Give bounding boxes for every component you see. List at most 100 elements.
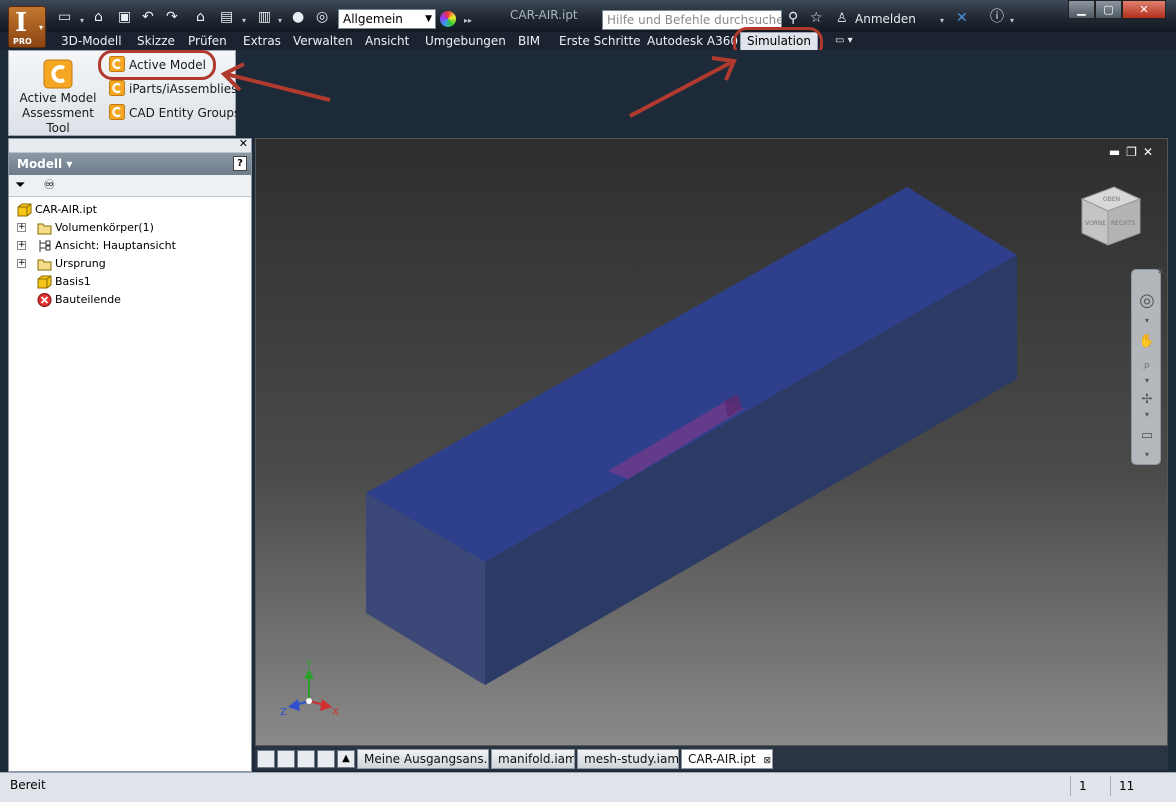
ribbon-background bbox=[236, 50, 1176, 136]
tree-node-label: Volumenkörper(1) bbox=[55, 221, 154, 234]
chevron-down-icon[interactable]: ▾ bbox=[278, 13, 282, 29]
doc-tab-mesh-study[interactable]: mesh-study.iam bbox=[577, 749, 679, 769]
tab-get-started[interactable]: Erste Schritte bbox=[559, 33, 641, 49]
tile-horizontal-icon[interactable] bbox=[297, 750, 315, 768]
binoculars-icon[interactable]: ⚲ bbox=[788, 10, 798, 26]
chevron-down-icon[interactable]: ▾ bbox=[940, 13, 944, 29]
ribbon-panel: Active Model Assessment Tool Active Mode… bbox=[8, 50, 240, 136]
appearance-select[interactable]: Allgemein ▼ bbox=[338, 9, 436, 29]
tab-list-icon[interactable]: ▲ bbox=[337, 750, 355, 768]
active-model-button[interactable]: Active Model bbox=[109, 55, 206, 75]
expand-icon[interactable]: + bbox=[17, 241, 26, 250]
zoom-icon[interactable]: ⌕ bbox=[1138, 358, 1156, 373]
look-at-icon[interactable]: ▭ bbox=[1138, 428, 1156, 443]
x-axis-label: X bbox=[332, 707, 339, 718]
tab-sketch[interactable]: Skizze bbox=[137, 33, 175, 49]
cascade-windows-icon[interactable] bbox=[257, 750, 275, 768]
expand-icon[interactable]: + bbox=[17, 223, 26, 232]
steering-wheel-icon[interactable]: ◎ bbox=[1138, 290, 1156, 311]
tree-node-origin[interactable]: + Ursprung bbox=[9, 255, 251, 273]
cad-doctor-icon bbox=[109, 104, 125, 120]
folder-icon bbox=[37, 259, 52, 271]
material-icon[interactable]: ● bbox=[292, 9, 304, 25]
tile-vertical-icon[interactable] bbox=[317, 750, 335, 768]
chevron-down-icon[interactable]: ▾ bbox=[1138, 376, 1156, 385]
star-icon[interactable]: ☆ bbox=[810, 10, 823, 26]
help-icon[interactable]: ⓘ bbox=[990, 9, 1004, 25]
exchange-icon[interactable]: ✕ bbox=[956, 10, 968, 26]
filter-icon[interactable]: ⏷ bbox=[15, 178, 25, 193]
graphics-window[interactable]: ▬❐✕ Y X Z OBEN VORNE RECHTS ✕ ◎ ▾ ✋ ⌕ ▾ … bbox=[255, 138, 1168, 746]
appearance-icon[interactable]: ◎ bbox=[316, 9, 328, 25]
extrusion-icon bbox=[37, 275, 52, 289]
pan-icon[interactable]: ✋ bbox=[1138, 334, 1156, 349]
tree-node-part[interactable]: CAR-AIR.ipt bbox=[9, 201, 251, 219]
chevron-down-icon[interactable]: ▾ bbox=[80, 13, 84, 29]
cad-entity-groups-label: CAD Entity Groups bbox=[129, 106, 241, 120]
save-icon[interactable]: ▣ bbox=[118, 9, 131, 25]
cad-doctor-icon bbox=[109, 80, 125, 96]
part-icon bbox=[17, 203, 32, 217]
tab-environments[interactable]: Umgebungen bbox=[425, 33, 506, 49]
navigation-bar: ✕ ◎ ▾ ✋ ⌕ ▾ ✢ ▾ ▭ ▾ bbox=[1131, 267, 1165, 465]
sign-in-button[interactable]: Anmelden bbox=[855, 12, 916, 26]
status-field-documents: 11 bbox=[1110, 776, 1160, 796]
tab-manage[interactable]: Verwalten bbox=[293, 33, 353, 49]
color-wheel-icon[interactable] bbox=[440, 11, 456, 27]
viewcube[interactable]: OBEN VORNE RECHTS bbox=[1080, 186, 1142, 246]
z-axis-arrow bbox=[288, 699, 300, 711]
home-icon[interactable]: ⌂ bbox=[196, 9, 205, 25]
iparts-iassemblies-button[interactable]: iParts/iAssemblies bbox=[109, 79, 237, 99]
close-icon[interactable]: ✕ bbox=[239, 137, 248, 150]
tree-node-solid-bodies[interactable]: + Volumenkörper(1) bbox=[9, 219, 251, 237]
tree-node-feature[interactable]: Basis1 bbox=[9, 273, 251, 291]
browser-grip[interactable]: ✕ bbox=[9, 137, 251, 153]
doc-tab-manifold[interactable]: manifold.iam bbox=[491, 749, 575, 769]
tab-bim[interactable]: BIM bbox=[518, 33, 540, 49]
open-folder-icon[interactable]: ⌂ bbox=[94, 9, 103, 25]
help-icon[interactable]: ? bbox=[233, 156, 247, 171]
ribbon-options-icon[interactable]: ▭ ▾ bbox=[835, 33, 853, 49]
tile-windows-icon[interactable] bbox=[277, 750, 295, 768]
new-file-icon[interactable]: ▭ bbox=[58, 9, 71, 25]
tab-autodesk-a360[interactable]: Autodesk A360 bbox=[647, 33, 738, 49]
model-tree: CAR-AIR.ipt + Volumenkörper(1) + Ansicht… bbox=[9, 197, 251, 313]
redo-icon[interactable]: ↷ bbox=[166, 9, 178, 25]
tab-view[interactable]: Ansicht bbox=[365, 33, 409, 49]
chevron-down-icon[interactable]: ▾ bbox=[1138, 316, 1156, 325]
tab-inspect[interactable]: Prüfen bbox=[188, 33, 227, 49]
application-menu-button[interactable]: I PRO ▾ bbox=[8, 6, 46, 48]
browser-toolbar: ⏷ ♾ bbox=[9, 175, 251, 197]
binoculars-icon[interactable]: ♾ bbox=[44, 178, 56, 193]
chevron-down-icon[interactable]: ▾ bbox=[1138, 410, 1156, 419]
help-search-input[interactable]: Hilfe und Befehle durchsuchen... bbox=[602, 10, 782, 30]
tab-tools[interactable]: Extras bbox=[243, 33, 281, 49]
browser-title-dropdown[interactable]: Modell ▾ bbox=[17, 157, 72, 171]
ribbon-tab-bar: 3D-Modell Skizze Prüfen Extras Verwalten… bbox=[0, 32, 1176, 50]
orbit-icon[interactable]: ✢ bbox=[1138, 392, 1156, 407]
close-icon[interactable]: ⊠ bbox=[763, 756, 771, 766]
customize-icon[interactable]: ▾ bbox=[1138, 450, 1156, 459]
image-icon[interactable]: ▤ bbox=[220, 9, 233, 25]
doc-tab-car-air[interactable]: CAR-AIR.ipt ⊠ bbox=[681, 749, 773, 769]
expand-icon[interactable]: + bbox=[17, 259, 26, 268]
maximize-icon[interactable]: ▢ bbox=[1095, 0, 1122, 19]
active-model-assessment-tool-button[interactable]: Active Model Assessment Tool bbox=[9, 55, 107, 135]
undo-icon[interactable]: ↶ bbox=[142, 9, 154, 25]
tab-3d-model[interactable]: 3D-Modell bbox=[61, 33, 122, 49]
z-axis-label: Z bbox=[280, 707, 287, 718]
close-icon[interactable]: ✕ bbox=[1122, 0, 1166, 19]
appearance-select-value: Allgemein bbox=[343, 12, 403, 26]
minimize-icon[interactable]: ▁ bbox=[1068, 0, 1095, 19]
update-icon[interactable]: ▥ bbox=[258, 9, 271, 25]
tree-node-end-of-part[interactable]: Bauteilende bbox=[9, 291, 251, 309]
tab-simulation[interactable]: Simulation bbox=[740, 32, 818, 50]
close-icon[interactable]: ✕ bbox=[1152, 267, 1167, 277]
user-icon[interactable]: ♙ bbox=[836, 11, 848, 26]
doc-tab-home-view[interactable]: Meine Ausgangsans... bbox=[357, 749, 489, 769]
cad-entity-groups-button[interactable]: CAD Entity Groups bbox=[109, 103, 240, 123]
more-commands-icon[interactable]: ▸▸ bbox=[464, 13, 472, 29]
tree-node-view[interactable]: + Ansicht: Hauptansicht bbox=[9, 237, 251, 255]
chevron-down-icon[interactable]: ▾ bbox=[1010, 13, 1014, 29]
chevron-down-icon[interactable]: ▾ bbox=[242, 13, 246, 29]
